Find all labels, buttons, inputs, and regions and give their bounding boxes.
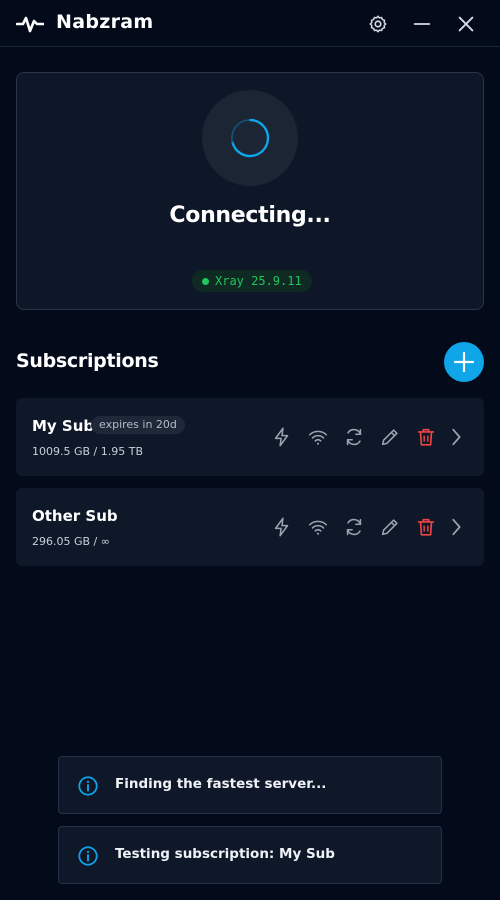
pulse-logo-icon bbox=[15, 14, 45, 34]
close-button[interactable] bbox=[455, 13, 477, 35]
status-dot bbox=[202, 277, 209, 285]
toast-message: Finding the fastest server... bbox=[115, 776, 327, 792]
connection-toggle-button[interactable] bbox=[202, 90, 298, 186]
trash-icon[interactable] bbox=[415, 426, 437, 448]
subscription-name: My Sub bbox=[32, 417, 95, 435]
subscription-card[interactable]: Other Sub 296.05 GB / ∞ bbox=[16, 488, 484, 566]
gear-icon bbox=[369, 15, 387, 33]
subscription-card[interactable]: My Sub expires in 20d 1009.5 GB / 1.95 T… bbox=[16, 398, 484, 476]
minimize-button[interactable] bbox=[411, 13, 433, 35]
subscriptions-heading: Subscriptions bbox=[16, 350, 159, 372]
edit-icon[interactable] bbox=[379, 426, 401, 448]
bolt-icon[interactable] bbox=[271, 516, 293, 538]
subscription-name: Other Sub bbox=[32, 507, 118, 525]
toast-notification: Testing subscription: My Sub bbox=[58, 826, 442, 884]
connection-status-text: Connecting... bbox=[169, 203, 331, 228]
app-title: Nabzram bbox=[56, 11, 154, 33]
info-icon bbox=[77, 845, 99, 867]
core-version-label: Xray 25.9.11 bbox=[215, 274, 302, 288]
minimize-icon bbox=[413, 23, 431, 25]
core-version-badge: Xray 25.9.11 bbox=[192, 270, 312, 292]
wifi-icon[interactable] bbox=[307, 516, 329, 538]
subscription-usage: 1009.5 GB / 1.95 TB bbox=[32, 445, 144, 458]
toast-notification: Finding the fastest server... bbox=[58, 756, 442, 814]
edit-icon[interactable] bbox=[379, 516, 401, 538]
chevron-right-icon[interactable] bbox=[445, 426, 467, 448]
toast-message: Testing subscription: My Sub bbox=[115, 846, 335, 862]
add-subscription-button[interactable] bbox=[444, 342, 484, 382]
plus-icon bbox=[453, 351, 475, 373]
trash-icon[interactable] bbox=[415, 516, 437, 538]
refresh-icon[interactable] bbox=[343, 426, 365, 448]
bolt-icon[interactable] bbox=[271, 426, 293, 448]
chevron-right-icon[interactable] bbox=[445, 516, 467, 538]
title-bar: Nabzram bbox=[0, 0, 500, 47]
expiry-badge: expires in 20d bbox=[91, 416, 185, 434]
loading-spinner-icon bbox=[231, 118, 270, 158]
subscription-usage: 296.05 GB / ∞ bbox=[32, 535, 110, 548]
info-icon bbox=[77, 775, 99, 797]
connection-status-card: Connecting... Xray 25.9.11 bbox=[16, 72, 484, 310]
wifi-icon[interactable] bbox=[307, 426, 329, 448]
refresh-icon[interactable] bbox=[343, 516, 365, 538]
close-icon bbox=[458, 16, 474, 32]
settings-button[interactable] bbox=[367, 13, 389, 35]
